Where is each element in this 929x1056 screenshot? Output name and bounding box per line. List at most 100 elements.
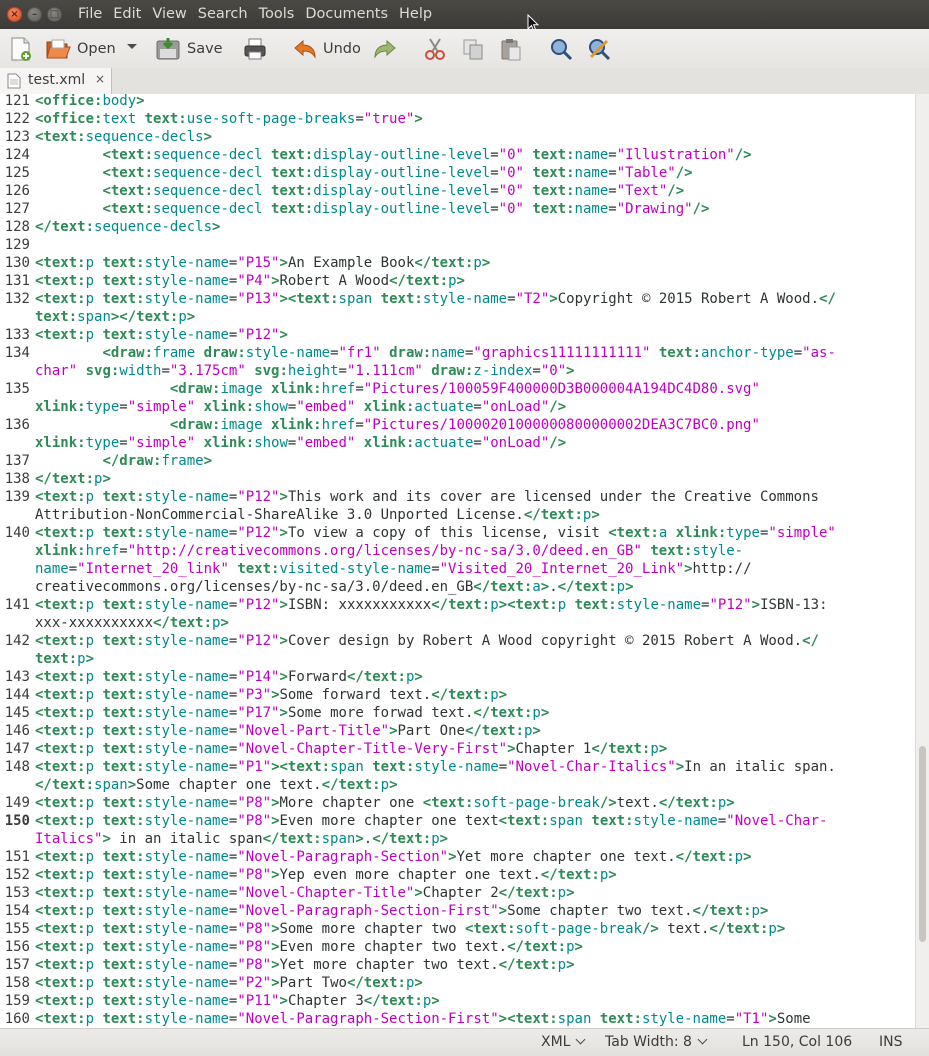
code-token: display-outline-level [313,147,491,163]
code-token: </text: [372,831,432,847]
code-token: p [380,777,390,793]
code-token: p [85,993,95,1009]
code-token: "P14" [237,669,280,685]
code-token: > [279,669,288,685]
code-token: "simple" [127,435,196,451]
copy-button[interactable] [461,29,485,68]
code-token: style-name [144,813,229,829]
code-token: </text: [464,723,524,739]
window-maximize-button[interactable]: □ [47,7,62,22]
code-token: p [557,597,567,613]
code-token: <text: [102,165,154,181]
language-selector[interactable]: XML [541,1034,586,1050]
menu-view[interactable]: View [152,0,186,29]
code-token: http:// [692,561,752,577]
code-token: text: [102,921,145,937]
menu-search[interactable]: Search [198,0,248,29]
code-token: text: [102,939,145,955]
code-token: "onLoad" [481,435,550,451]
code-token: "P8" [237,813,272,829]
code-token: "Visited_20_Internet_20_Link" [439,561,685,577]
redo-button[interactable] [373,29,397,68]
window-close-button[interactable]: × [7,7,22,22]
code-token: = [532,363,541,379]
code-token: xlink: [203,435,255,451]
copy-icon [463,39,483,59]
code-token: "Pictures/100059F400000D3B000004A194DC4D… [363,381,760,397]
paste-button[interactable] [499,29,523,68]
line-number: 151 [4,849,30,865]
save-button[interactable]: Save [155,29,223,68]
code-token: <text: [35,327,86,343]
code-token: More chapter one [279,795,423,811]
code-token: In an italic span. [684,759,836,775]
code-token: ></text: [110,309,179,325]
open-button[interactable]: Open [45,29,116,68]
vertical-scrollbar[interactable] [915,94,929,1028]
code-token: text: [102,291,145,307]
open-recent-dropdown-icon[interactable] [127,44,137,49]
code-token: = [608,201,617,217]
menu-tools[interactable]: Tools [259,0,295,29]
code-token: </text: [346,669,406,685]
code-token: /> [734,147,752,163]
tab-test-xml[interactable]: test.xml × [0,68,112,95]
line-number: 150 [4,813,30,829]
new-document-button[interactable] [9,29,33,68]
code-token: > [279,489,288,505]
code-token: <text: [35,273,86,289]
code-token: > [776,921,786,937]
code-line: <text:p text:style-name="P12">Cover desi… [35,632,819,650]
code-token: > [498,687,508,703]
code-token: > [271,813,280,829]
code-token: = [608,183,617,199]
code-token: <draw: [102,345,154,361]
code-token: Chapter 2 [422,885,499,901]
code-line: <text:p text:style-name="P8">Even more c… [35,938,583,956]
code-token: > [203,453,213,469]
code-editor[interactable]: 121 122 123 124 125 126 127 128 129 130 131 132 133 1… [0,94,915,1028]
scrollbar-thumb[interactable] [919,746,926,942]
code-token: > [136,94,145,109]
code-token: = [498,759,508,775]
menu-file[interactable]: File [78,0,102,29]
code-token: > [271,921,280,937]
undo-icon [294,39,316,59]
find-button[interactable] [549,29,573,68]
code-token: Part Two [279,975,347,991]
code-token: text: [532,147,575,163]
menu-edit[interactable]: Edit [113,0,141,29]
code-line: <text:p text:style-name="P11">Chapter 3<… [35,992,440,1010]
code-token: > [532,723,541,739]
print-button[interactable] [243,29,267,68]
code-token: Yet more chapter two text. [279,957,499,973]
line-number: 139 [4,489,30,505]
code-token: "P11" [237,993,280,1009]
line-number: 122 [4,111,30,127]
menu-documents[interactable]: Documents [305,0,388,29]
code-token: ><text: [498,1011,558,1027]
menu-help[interactable]: Help [399,0,432,29]
code-token: "P15" [237,255,280,271]
code-token: </text: [321,777,381,793]
code-token: style-name [144,795,229,811]
tab-width-selector[interactable]: Tab Width: 8 [605,1034,708,1050]
code-token: p [768,921,777,937]
code-token: = [490,201,499,217]
code-token: > [726,795,735,811]
code-token: ><text: [279,291,339,307]
tab-close-icon[interactable]: × [95,72,105,86]
cut-button[interactable] [423,29,447,68]
undo-button[interactable]: Undo [293,29,361,68]
window-minimize-button[interactable]: – [27,7,42,22]
line-number: 125 [4,165,30,181]
code-token: > [279,633,288,649]
code-line: <text:p text:style-name="Novel-Part-Titl… [35,722,541,740]
code-token: sequence-decl [153,201,263,217]
code-line: name="Internet_20_link" text:visited-sty… [35,560,752,578]
find-replace-button[interactable] [587,29,611,68]
code-token: span [549,813,583,829]
code-token: text: [532,183,575,199]
